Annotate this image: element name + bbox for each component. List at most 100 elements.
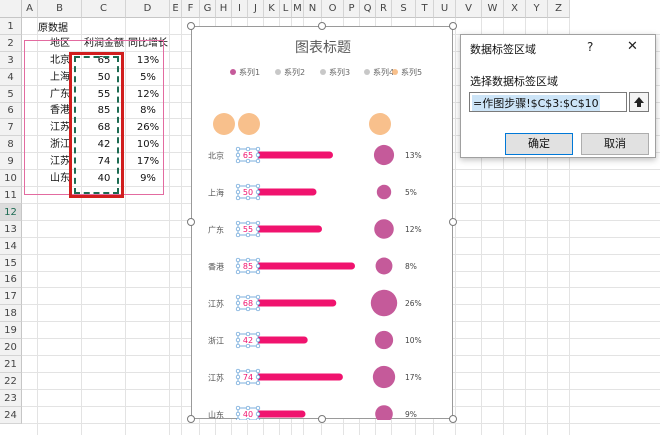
data-label-handle[interactable] xyxy=(235,306,241,312)
bubble[interactable] xyxy=(373,144,395,166)
data-label-handle[interactable] xyxy=(255,220,261,226)
data-label-handle[interactable] xyxy=(255,263,261,269)
bar-data-label[interactable]: 42 xyxy=(243,336,253,345)
column-header[interactable]: U xyxy=(434,0,456,18)
data-label-handle[interactable] xyxy=(235,257,241,263)
column-header[interactable]: M xyxy=(292,0,304,18)
resize-handle-tr[interactable] xyxy=(449,22,457,30)
column-header[interactable]: H xyxy=(216,0,232,18)
column-header[interactable]: N xyxy=(304,0,322,18)
row-header[interactable]: 21 xyxy=(0,356,22,373)
data-label-handle[interactable] xyxy=(255,269,261,275)
bar-data-label[interactable]: 40 xyxy=(243,410,253,419)
data-label-handle[interactable] xyxy=(255,405,261,411)
data-label-handle[interactable] xyxy=(255,343,261,349)
row-header[interactable]: 1 xyxy=(0,18,22,35)
column-header[interactable]: E xyxy=(170,0,182,18)
bar-data-label[interactable]: 65 xyxy=(243,151,253,160)
bubble[interactable] xyxy=(375,405,393,420)
data-label-handle[interactable] xyxy=(255,331,261,337)
data-label-handle[interactable] xyxy=(235,183,241,189)
data-label-range-dialog[interactable]: 数据标签区域 ? ✕ 选择数据标签区域 =作图步骤!$C$3:$C$10 确定 … xyxy=(460,34,656,158)
select-all-corner[interactable] xyxy=(0,0,22,18)
row-header[interactable]: 24 xyxy=(0,407,22,424)
resize-handle-bm[interactable] xyxy=(318,415,326,423)
data-label-handle[interactable] xyxy=(255,189,261,195)
column-header[interactable]: T xyxy=(416,0,434,18)
resize-handle-mr[interactable] xyxy=(449,218,457,226)
bubble[interactable] xyxy=(375,257,393,275)
data-label-handle[interactable] xyxy=(235,195,241,201)
row-header[interactable]: 2 xyxy=(0,35,22,52)
data-label-handle[interactable] xyxy=(255,417,261,420)
bubble[interactable] xyxy=(372,365,396,389)
column-header[interactable]: J xyxy=(248,0,264,18)
bar-data-label[interactable]: 85 xyxy=(243,262,253,271)
header-bubble[interactable] xyxy=(369,113,391,135)
row-header[interactable]: 18 xyxy=(0,305,22,322)
resize-handle-bl[interactable] xyxy=(187,415,195,423)
data-label-handle[interactable] xyxy=(235,158,241,164)
cancel-button[interactable]: 取消 xyxy=(581,133,649,155)
data-label-handle[interactable] xyxy=(235,152,241,158)
data-label-handle[interactable] xyxy=(235,232,241,238)
row-header[interactable]: 19 xyxy=(0,322,22,339)
data-label-handle[interactable] xyxy=(255,195,261,201)
bubble[interactable] xyxy=(374,219,394,239)
bubble[interactable] xyxy=(370,289,398,317)
row-header[interactable]: 6 xyxy=(0,103,22,119)
data-label-handle[interactable] xyxy=(235,368,241,374)
column-header[interactable]: V xyxy=(456,0,482,18)
data-label-handle[interactable] xyxy=(255,380,261,386)
column-header[interactable]: K xyxy=(264,0,280,18)
resize-handle-tl[interactable] xyxy=(187,22,195,30)
data-label-handle[interactable] xyxy=(255,294,261,300)
row-header[interactable]: 11 xyxy=(0,187,22,204)
row-header[interactable]: 17 xyxy=(0,288,22,305)
data-label-handle[interactable] xyxy=(235,189,241,195)
column-header[interactable]: R xyxy=(376,0,392,18)
column-header[interactable]: Y xyxy=(526,0,548,18)
column-header[interactable]: Z xyxy=(548,0,570,18)
column-header[interactable]: I xyxy=(232,0,248,18)
data-label-handle[interactable] xyxy=(235,294,241,300)
column-header[interactable]: C xyxy=(82,0,126,18)
bar-data-label[interactable]: 50 xyxy=(243,188,253,197)
bubble[interactable] xyxy=(376,184,392,200)
column-header[interactable]: O xyxy=(322,0,344,18)
row-header[interactable]: 4 xyxy=(0,69,22,86)
row-header[interactable]: 8 xyxy=(0,136,22,153)
bar-data-label[interactable]: 74 xyxy=(243,373,253,382)
data-label-handle[interactable] xyxy=(235,220,241,226)
row-header[interactable]: 12 xyxy=(0,204,22,221)
bubble[interactable] xyxy=(374,330,394,350)
chart-plot[interactable]: 北京 65 13% 上海 50 5% 广东 55 12% 香港 85 8% 江苏 68 26% 浙江 42 10%… xyxy=(192,27,454,420)
row-header[interactable]: 7 xyxy=(0,119,22,136)
header-bubble[interactable] xyxy=(213,113,235,135)
data-label-handle[interactable] xyxy=(255,306,261,312)
column-header[interactable]: F xyxy=(182,0,200,18)
data-label-handle[interactable] xyxy=(255,226,261,232)
chart-area[interactable]: 图表标题 系列1 系列2 系列3 系列4 系列5 北京 65 13% 上海 50 5% 广东 55 12… xyxy=(191,26,454,420)
row-header[interactable]: 16 xyxy=(0,272,22,288)
row-header[interactable]: 13 xyxy=(0,221,22,238)
data-label-handle[interactable] xyxy=(255,411,261,417)
data-label-handle[interactable] xyxy=(235,300,241,306)
data-label-handle[interactable] xyxy=(255,337,261,343)
range-input[interactable]: =作图步骤!$C$3:$C$10 xyxy=(469,92,627,112)
bar-data-label[interactable]: 68 xyxy=(243,299,253,308)
column-header[interactable]: W xyxy=(482,0,504,18)
column-header[interactable]: D xyxy=(126,0,170,18)
data-label-handle[interactable] xyxy=(255,146,261,152)
data-label-handle[interactable] xyxy=(255,257,261,263)
column-header[interactable]: G xyxy=(200,0,216,18)
data-label-handle[interactable] xyxy=(235,146,241,152)
data-label-handle[interactable] xyxy=(235,405,241,411)
resize-handle-tm[interactable] xyxy=(318,22,326,30)
row-header[interactable]: 5 xyxy=(0,86,22,103)
data-label-handle[interactable] xyxy=(255,368,261,374)
data-label-handle[interactable] xyxy=(235,380,241,386)
data-label-handle[interactable] xyxy=(255,374,261,380)
data-label-handle[interactable] xyxy=(235,331,241,337)
resize-handle-br[interactable] xyxy=(449,415,457,423)
